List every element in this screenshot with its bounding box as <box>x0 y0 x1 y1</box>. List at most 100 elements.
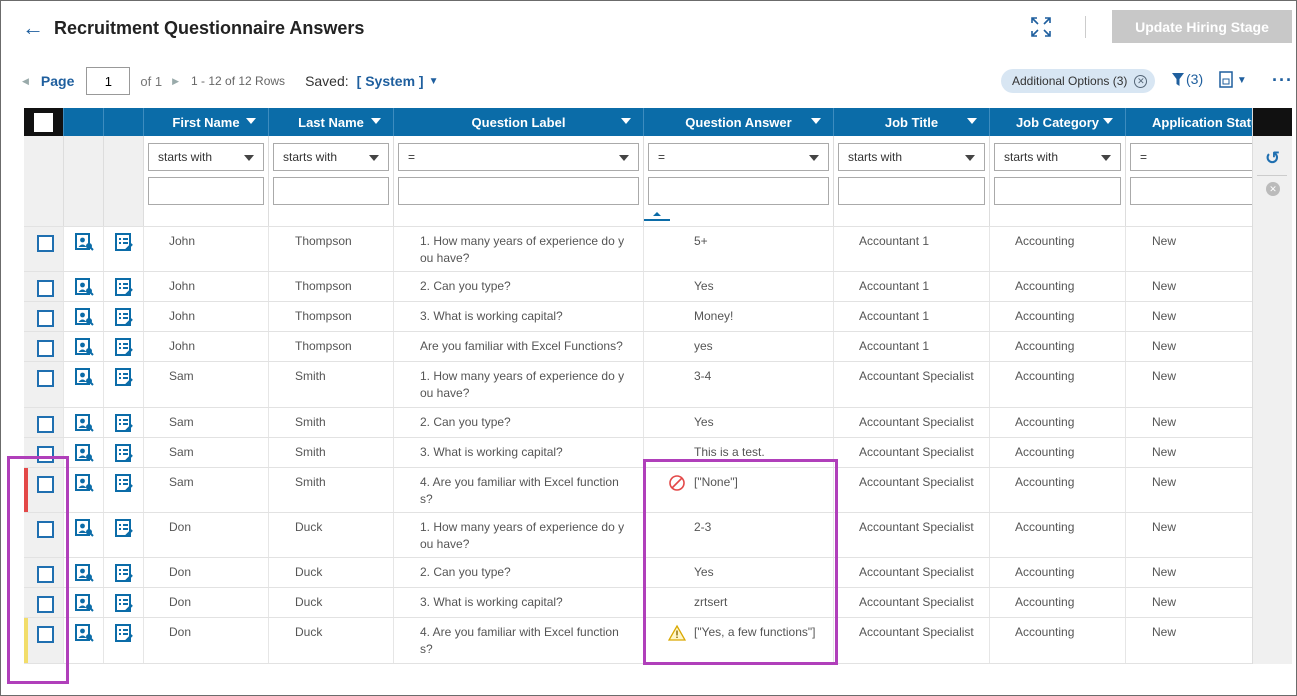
cell-last: Duck <box>269 513 394 557</box>
cell-first-text: Don <box>169 565 192 579</box>
view-candidate-icon[interactable] <box>74 593 94 613</box>
next-page-icon[interactable]: ▶ <box>172 76 179 87</box>
filter-operator-label: starts with <box>158 150 213 164</box>
cell-question-text: 4. Are you familiar with Excel function … <box>420 475 619 506</box>
update-hiring-stage-button[interactable]: Update Hiring Stage <box>1112 10 1292 43</box>
form-icon-cell <box>104 227 144 271</box>
view-form-icon[interactable] <box>114 473 134 493</box>
filter-operator-question[interactable]: = <box>398 143 639 171</box>
view-form-icon[interactable] <box>114 623 134 643</box>
cell-question-text: 3. What is working capital? <box>420 445 563 459</box>
filter-value-question[interactable] <box>398 177 639 205</box>
chevron-down-icon[interactable] <box>246 118 256 124</box>
view-candidate-icon[interactable] <box>74 307 94 327</box>
page-number-input[interactable] <box>86 67 131 95</box>
filter-button[interactable]: (3) <box>1172 71 1203 87</box>
filter-value-category[interactable] <box>994 177 1121 205</box>
view-form-icon[interactable] <box>114 367 134 387</box>
cell-title: Accountant 1 <box>834 272 990 301</box>
view-form-icon[interactable] <box>114 413 134 433</box>
view-candidate-icon[interactable] <box>74 367 94 387</box>
cell-question-text: 3. What is working capital? <box>420 309 563 323</box>
filter-operator-answer[interactable]: = <box>648 143 829 171</box>
cell-status-text: New <box>1152 475 1177 489</box>
cell-last: Duck <box>269 618 394 663</box>
view-form-icon[interactable] <box>114 277 134 297</box>
clear-filter-icon[interactable]: ✕ <box>1266 182 1280 196</box>
column-header-category[interactable]: Job Category <box>990 108 1126 136</box>
more-icon[interactable]: ··· <box>1272 70 1293 91</box>
pager: ◀ Page of 1 ▶ 1 - 12 of 12 Rows Saved: [… <box>22 66 438 96</box>
undo-icon[interactable]: ↺ <box>1265 148 1280 169</box>
view-form-icon[interactable] <box>114 307 134 327</box>
view-candidate-icon[interactable] <box>74 518 94 538</box>
cell-question-text: 1. How many years of experience do y ou … <box>420 369 625 400</box>
cell-status: New <box>1126 618 1264 663</box>
cell-last-text: Duck <box>295 595 323 609</box>
form-icon-cell <box>104 513 144 557</box>
view-form-icon[interactable] <box>114 337 134 357</box>
view-candidate-icon[interactable] <box>74 563 94 583</box>
view-candidate-icon[interactable] <box>74 623 94 643</box>
close-icon[interactable]: ✕ <box>1134 74 1148 88</box>
view-form-icon[interactable] <box>114 232 134 252</box>
chevron-down-icon[interactable] <box>621 118 631 124</box>
filter-value-status[interactable] <box>1130 177 1259 205</box>
saved-label: Saved: <box>305 73 349 89</box>
view-candidate-icon[interactable] <box>74 232 94 252</box>
column-header-first[interactable]: First Name <box>144 108 269 136</box>
cell-category-text: Accounting <box>1015 339 1075 353</box>
cell-answer: 3-4 <box>644 362 834 407</box>
column-header-status[interactable]: Application Status <box>1126 108 1264 136</box>
view-form-icon[interactable] <box>114 443 134 463</box>
view-candidate-icon[interactable] <box>74 337 94 357</box>
filter-operator-category[interactable]: starts with <box>994 143 1121 171</box>
row-checkbox[interactable] <box>37 370 54 387</box>
export-menu[interactable]: ▼ <box>1219 70 1247 88</box>
chevron-down-icon[interactable] <box>1103 118 1113 124</box>
column-header-last[interactable]: Last Name <box>269 108 394 136</box>
view-form-icon[interactable] <box>114 593 134 613</box>
expand-icon[interactable] <box>1030 16 1052 38</box>
chevron-down-icon[interactable]: ▼ <box>429 76 439 87</box>
prev-page-icon[interactable]: ◀ <box>22 76 29 87</box>
chevron-down-icon[interactable] <box>371 118 381 124</box>
filter-value-last[interactable] <box>273 177 389 205</box>
column-header-question[interactable]: Question Label <box>394 108 644 136</box>
cell-first-text: Sam <box>169 369 194 383</box>
filter-value-first[interactable] <box>148 177 264 205</box>
row-checkbox[interactable] <box>37 235 54 252</box>
filter-operator-last[interactable]: starts with <box>273 143 389 171</box>
cell-answer-text: 3-4 <box>694 369 712 383</box>
chevron-down-icon[interactable] <box>967 118 977 124</box>
cell-status: New <box>1126 558 1264 587</box>
filter-operator-title[interactable]: starts with <box>838 143 985 171</box>
select-all-checkbox[interactable] <box>34 112 53 132</box>
view-form-icon[interactable] <box>114 563 134 583</box>
saved-view-dropdown[interactable]: [ System ] <box>357 73 424 89</box>
row-checkbox[interactable] <box>37 280 54 297</box>
row-checkbox[interactable] <box>37 310 54 327</box>
view-candidate-icon[interactable] <box>74 473 94 493</box>
cell-question: 1. How many years of experience do y ou … <box>394 513 644 557</box>
column-header-answer[interactable]: Question Answer <box>644 108 834 136</box>
view-candidate-icon[interactable] <box>74 413 94 433</box>
filter-value-answer[interactable] <box>648 177 829 205</box>
column-header-title[interactable]: Job Title <box>834 108 990 136</box>
chevron-down-icon[interactable] <box>811 118 821 124</box>
view-form-icon[interactable] <box>114 518 134 538</box>
filter-value-title[interactable] <box>838 177 985 205</box>
filter-operator-status[interactable]: = <box>1130 143 1259 171</box>
view-candidate-icon[interactable] <box>74 443 94 463</box>
filter-operator-first[interactable]: starts with <box>148 143 264 171</box>
row-checkbox[interactable] <box>37 416 54 433</box>
cell-status-text: New <box>1152 279 1177 293</box>
cell-status-text: New <box>1152 339 1177 353</box>
back-arrow-icon[interactable]: ← <box>22 15 44 41</box>
additional-options-chip[interactable]: Additional Options (3) ✕ <box>1001 69 1156 93</box>
filter-area-status: = <box>1126 136 1264 226</box>
cell-status-text: New <box>1152 625 1177 639</box>
row-checkbox[interactable] <box>37 340 54 357</box>
column-header-label: Question Answer <box>685 114 792 130</box>
view-candidate-icon[interactable] <box>74 277 94 297</box>
